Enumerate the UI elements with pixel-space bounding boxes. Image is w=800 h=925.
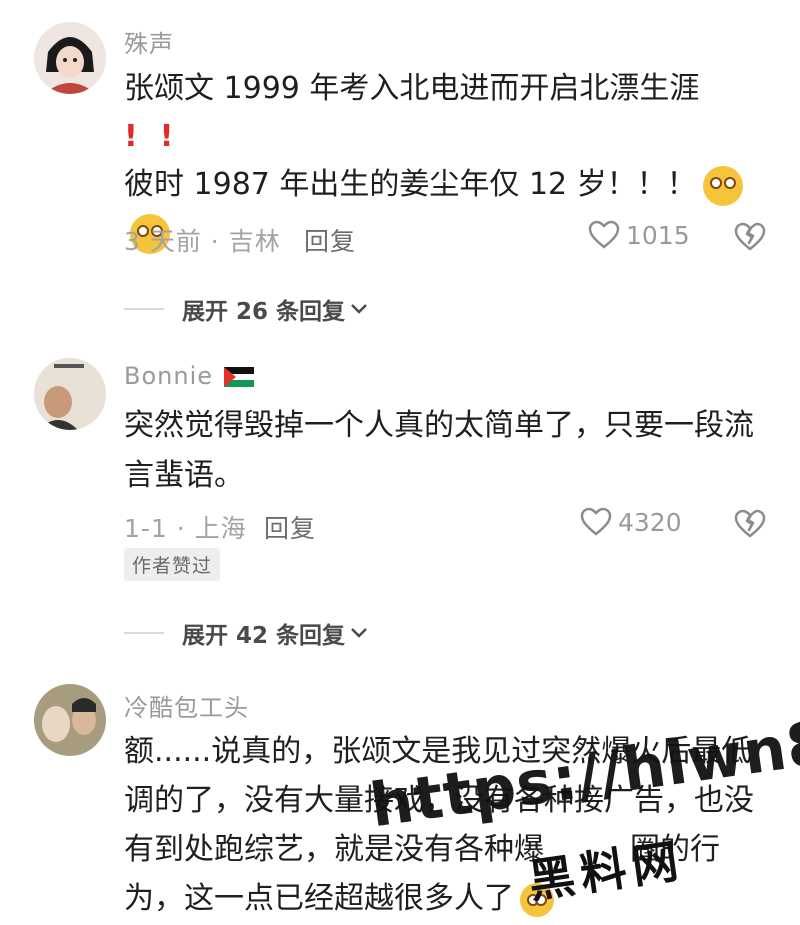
avatar[interactable] [34,22,106,94]
expand-replies-button[interactable]: 展开 42 条回复 [124,616,369,650]
chevron-down-icon [351,628,367,638]
avatar[interactable] [34,358,106,430]
broken-heart-icon[interactable] [734,222,766,252]
comment-text-line: 突然觉得毁掉一个人真的太简单了，只要一段流 [124,408,754,443]
timestamp-location: 3 天前 · 吉林 [124,227,281,256]
expand-replies-label: 展开 42 条回复 [182,623,346,649]
like-count: 4320 [618,507,682,537]
avatar[interactable] [34,684,106,756]
reply-button[interactable]: 回复 [264,509,316,545]
exclamation-icon: ! [124,119,138,154]
comment-text-line: 言蜚语。 [124,458,244,493]
timestamp-location: 1-1 · 上海 [124,514,247,543]
expand-replies-button[interactable]: 展开 26 条回复 [124,292,369,326]
broken-heart-icon[interactable] [734,509,766,539]
avatar-image [34,22,106,94]
smile-emoji-icon [702,165,743,206]
expand-replies-label: 展开 26 条回复 [182,299,346,325]
like-button[interactable]: 4320 [580,507,682,537]
avatar-image [34,358,106,430]
comment-text: 彼时 1987 年出生的姜尘年仅 12 岁！！！ [124,167,697,202]
palestine-flag-icon [223,367,254,387]
comment-text: 有到处跑综艺，就是没有各种爆 [124,832,544,867]
chevron-down-icon [351,304,367,314]
exclamation-marks: !! [124,113,760,161]
heart-icon [580,507,612,536]
like-button[interactable]: 1015 [588,220,690,250]
username[interactable]: 殊声 [124,24,174,59]
username-text: Bonnie [124,362,214,390]
comment-text: 为，这一点已经超越很多人了 [124,881,514,916]
like-count: 1015 [626,220,690,250]
reply-button[interactable]: 回复 [304,222,356,258]
divider [124,632,164,634]
avatar-image [34,684,106,756]
author-liked-badge: 作者赞过 [124,548,221,581]
comment-text-line: 张颂文 1999 年考入北电进而开启北漂生涯 [124,71,700,106]
heart-icon [588,220,620,249]
username[interactable]: Bonnie [124,362,254,390]
username[interactable]: 冷酷包工头 [124,688,249,723]
divider [124,308,164,310]
exclamation-icon: ! [159,119,174,154]
